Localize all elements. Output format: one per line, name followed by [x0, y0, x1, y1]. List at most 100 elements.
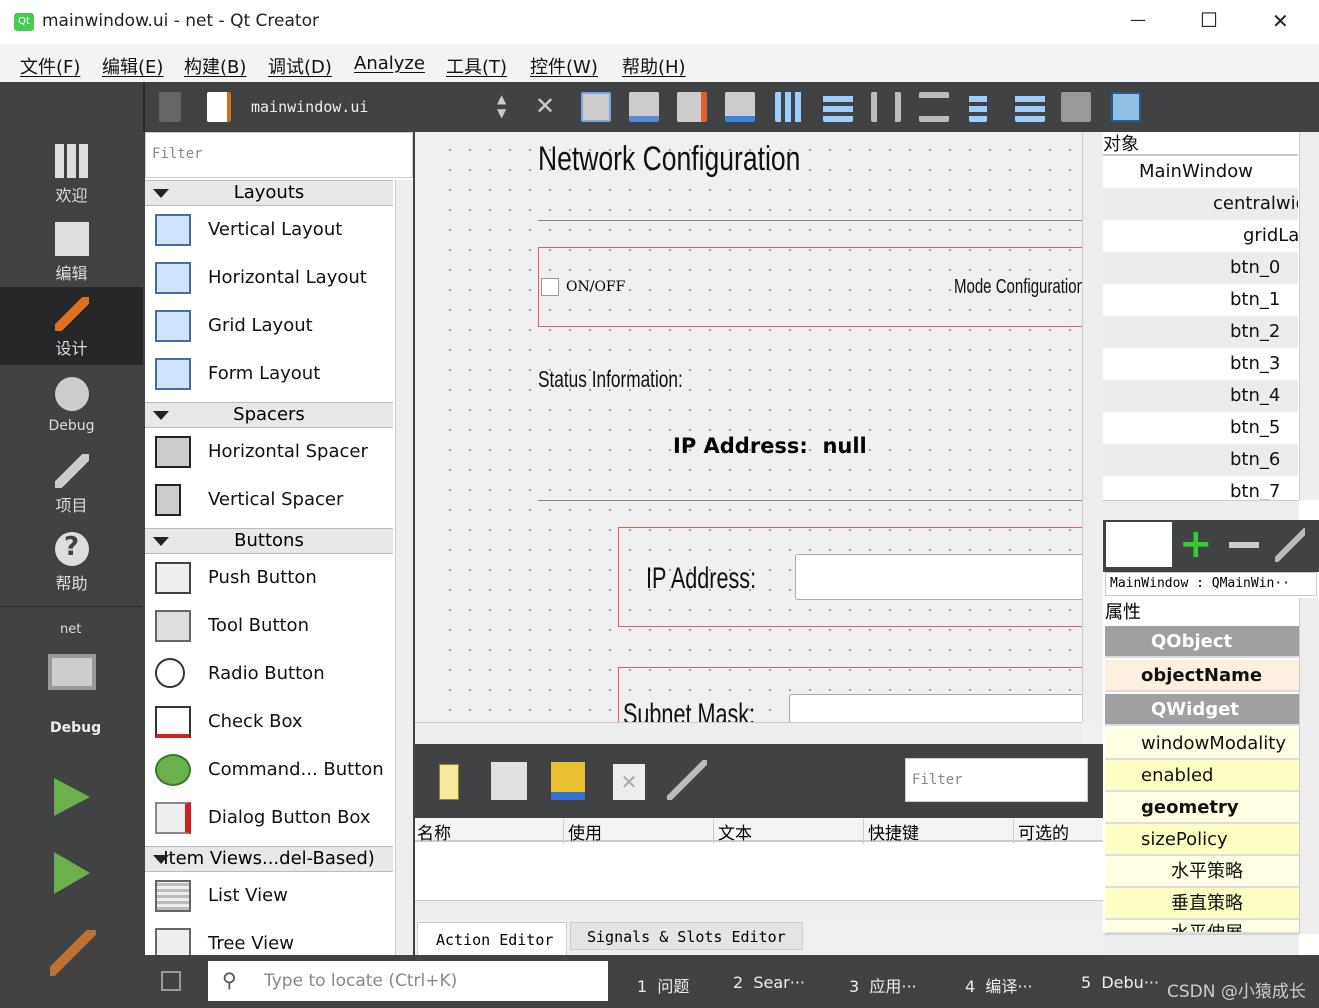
widget-filter-input[interactable]: Filter [145, 132, 413, 178]
property-vscrollbar[interactable] [1299, 598, 1319, 934]
tab-signals-slots-editor[interactable]: Signals & Slots Editor [570, 922, 803, 950]
ip-address-input[interactable] [795, 554, 1082, 600]
menu-build[interactable]: 构建(B) [184, 53, 246, 79]
edit-widgets-icon[interactable] [581, 92, 611, 122]
column-text[interactable]: 文本 [713, 819, 752, 844]
close-icon[interactable]: ✕ [535, 92, 565, 122]
monitor-icon[interactable] [48, 654, 96, 690]
widget-vertical-spacer[interactable]: Vertical Spacer [145, 476, 393, 524]
property-group-qobject[interactable]: QObject [1105, 626, 1299, 658]
widget-box-scrollbar[interactable] [395, 180, 413, 955]
lock-open-icon[interactable] [159, 92, 181, 122]
object-hscrollbar[interactable] [1103, 500, 1299, 520]
close-button[interactable]: ✕ [1272, 9, 1289, 33]
horizontal-layout-icon[interactable] [775, 92, 805, 122]
widget-form-layout[interactable]: Form Layout [145, 350, 393, 398]
delete-action-icon[interactable]: ✕ [613, 764, 645, 800]
pane-debugger[interactable]: 5 Debu··· [1081, 973, 1159, 992]
splitter-h-icon[interactable] [871, 92, 901, 122]
object-row-btn[interactable]: btn_6 [1103, 444, 1298, 476]
edit-buddies-icon[interactable] [677, 92, 707, 122]
minimize-button[interactable]: — [1130, 10, 1146, 29]
debug-run-icon[interactable] [54, 852, 111, 894]
widget-radio-button[interactable]: Radio Button [145, 650, 393, 698]
object-row-centralwidget[interactable]: centralwidget [1103, 188, 1298, 220]
mode-design[interactable]: 设计 [0, 287, 143, 365]
action-hscrollbar[interactable] [415, 900, 1103, 920]
widget-dialog-button-box[interactable]: Dialog Button Box [145, 794, 393, 842]
pane-search[interactable]: 2 Sear··· [733, 973, 805, 992]
break-layout-icon[interactable] [1061, 92, 1091, 122]
column-shortcut[interactable]: 快捷键 [863, 819, 919, 844]
object-row-btn[interactable]: btn_2 [1103, 316, 1298, 348]
splitter-v-icon[interactable] [919, 92, 949, 122]
widget-vertical-layout[interactable]: Vertical Layout [145, 206, 393, 254]
menu-analyze[interactable]: Analyze [354, 53, 425, 74]
property-filter-input[interactable] [1106, 522, 1172, 567]
property-horizontal-stretch[interactable]: 水平伸展 [1105, 920, 1299, 934]
canvas-vscrollbar[interactable] [1082, 132, 1103, 722]
tab-action-editor[interactable]: Action Editor [417, 922, 567, 955]
category-buttons[interactable]: Buttons [145, 528, 393, 554]
object-row-btn[interactable]: btn_0 [1103, 252, 1298, 284]
toggle-sidebar-icon[interactable] [161, 971, 181, 991]
file-name[interactable]: mainwindow.ui [251, 98, 368, 116]
new-action-icon[interactable] [439, 764, 459, 800]
grid-layout-icon[interactable] [1015, 92, 1045, 122]
menu-file[interactable]: 文件(F) [20, 53, 80, 79]
updown-icon[interactable]: ▲ ▼ [497, 92, 513, 122]
property-group-qwidget[interactable]: QWidget [1105, 694, 1299, 726]
action-filter-input[interactable]: Filter [905, 758, 1088, 802]
menu-tools[interactable]: 工具(T) [446, 53, 507, 79]
menu-widgets[interactable]: 控件(W) [530, 53, 598, 79]
object-row-btn[interactable]: btn_5 [1103, 412, 1298, 444]
edit-tab-order-icon[interactable] [725, 92, 755, 122]
widget-check-box[interactable]: Check Box [145, 698, 393, 746]
pane-issues[interactable]: 1 问题 [637, 973, 689, 997]
configure-wrench-icon[interactable] [667, 760, 707, 800]
adjust-size-icon[interactable] [1111, 92, 1141, 122]
category-item-views[interactable]: Item Views...del-Based) [145, 846, 393, 872]
widget-list-view[interactable]: List View [145, 872, 393, 920]
category-layouts[interactable]: Layouts [145, 180, 393, 206]
form-layout-icon[interactable] [969, 92, 987, 122]
canvas-hscrollbar[interactable] [415, 722, 1082, 744]
property-enabled[interactable]: enabled [1105, 760, 1299, 792]
widget-grid-layout[interactable]: Grid Layout [145, 302, 393, 350]
property-sizepolicy[interactable]: sizePolicy [1105, 824, 1299, 856]
widget-push-button[interactable]: Push Button [145, 554, 393, 602]
maximize-button[interactable]: ☐ [1200, 8, 1218, 32]
menu-edit[interactable]: 编辑(E) [102, 53, 163, 79]
property-objectname[interactable]: objectName [1105, 660, 1299, 692]
pane-app-output[interactable]: 3 应用··· [849, 973, 917, 997]
column-used[interactable]: 使用 [563, 819, 602, 844]
object-row-mainwindow[interactable]: MainWindow [1103, 156, 1298, 188]
edit-signals-icon[interactable] [629, 92, 659, 122]
configure-wrench-icon[interactable] [1275, 528, 1305, 562]
kit-config[interactable]: Debug [50, 720, 101, 736]
vertical-layout-icon[interactable] [823, 92, 853, 122]
object-row-btn[interactable]: btn_4 [1103, 380, 1298, 412]
menu-help[interactable]: 帮助(H) [622, 53, 686, 79]
widget-horizontal-layout[interactable]: Horizontal Layout [145, 254, 393, 302]
mode-debug[interactable]: Debug [0, 367, 143, 445]
widget-command-button[interactable]: Command... Button [145, 746, 393, 794]
column-name[interactable]: 名称 [417, 819, 451, 844]
onoff-checkbox[interactable] [541, 278, 559, 296]
remove-property-icon[interactable] [1229, 542, 1259, 548]
add-property-icon[interactable]: + [1179, 522, 1213, 566]
menu-debug[interactable]: 调试(D) [268, 53, 332, 79]
object-row-btn[interactable]: btn_1 [1103, 284, 1298, 316]
property-horizontal-policy[interactable]: 水平策略 [1105, 856, 1299, 888]
object-row-gridlayout[interactable]: gridLayout [1103, 220, 1298, 252]
mode-welcome[interactable]: 欢迎 [0, 134, 143, 212]
mode-projects[interactable]: 项目 [0, 444, 143, 522]
widget-horizontal-spacer[interactable]: Horizontal Spacer [145, 428, 393, 476]
widget-tool-button[interactable]: Tool Button [145, 602, 393, 650]
copy-action-icon[interactable] [491, 762, 527, 800]
pane-compile-output[interactable]: 4 编译··· [965, 973, 1033, 997]
mode-help[interactable]: ? 帮助 [0, 522, 143, 600]
property-hscrollbar[interactable] [1103, 934, 1299, 955]
property-vertical-policy[interactable]: 垂直策略 [1105, 888, 1299, 920]
property-geometry[interactable]: geometry [1105, 792, 1299, 824]
